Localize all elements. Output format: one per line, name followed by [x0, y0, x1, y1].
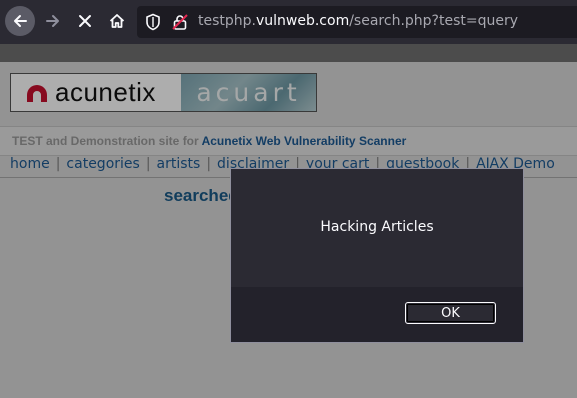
back-button[interactable] — [5, 6, 35, 36]
browser-toolbar: testphp.vulnweb.com/search.php?test=quer… — [0, 0, 577, 44]
ok-button[interactable]: OK — [405, 302, 496, 324]
url-bar[interactable]: testphp.vulnweb.com/search.php?test=quer… — [137, 6, 577, 38]
home-button[interactable] — [102, 6, 132, 36]
url-path: /search.php?test=query — [349, 13, 518, 29]
url-domain: vulnweb.com — [255, 13, 350, 29]
alert-dialog: Hacking Articles OK — [230, 168, 524, 343]
forward-button[interactable] — [38, 6, 68, 36]
url-text[interactable]: testphp.vulnweb.com/search.php?test=quer… — [198, 13, 518, 29]
arrow-right-icon — [46, 15, 59, 27]
stop-button[interactable] — [70, 6, 100, 36]
insecure-lock-icon[interactable] — [171, 13, 189, 35]
arrow-left-icon — [14, 15, 27, 27]
tracking-shield-icon[interactable] — [145, 13, 161, 35]
home-icon — [109, 14, 125, 28]
url-host: testphp. — [198, 13, 256, 29]
close-icon — [79, 15, 91, 27]
alert-message: Hacking Articles — [320, 219, 434, 235]
